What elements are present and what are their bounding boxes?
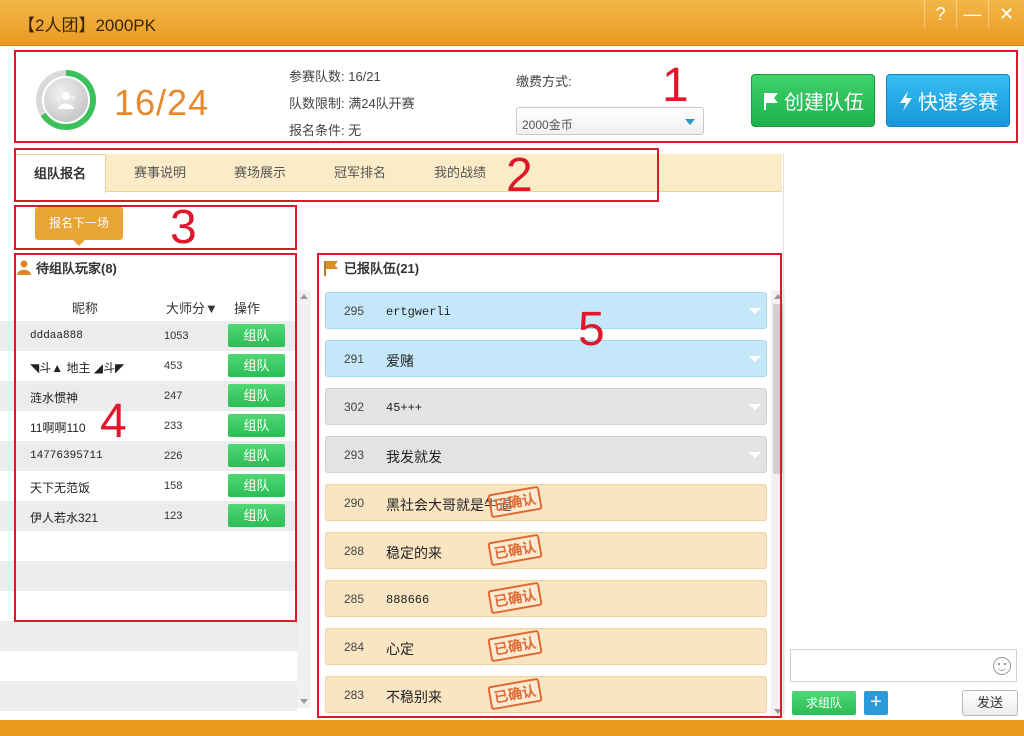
annotation-number-5: 5 bbox=[578, 303, 605, 356]
annotation-number-3: 3 bbox=[170, 201, 197, 254]
close-button[interactable]: ✕ bbox=[988, 0, 1024, 28]
annotation-box-1 bbox=[14, 50, 1018, 143]
scroll-down-icon[interactable] bbox=[300, 699, 308, 704]
minimize-button[interactable]: — bbox=[956, 0, 988, 28]
window-title: 【2人团】2000PK bbox=[18, 16, 156, 35]
annotation-box-3 bbox=[14, 205, 297, 250]
empty-row bbox=[0, 681, 297, 711]
send-button[interactable]: 发送 bbox=[962, 690, 1018, 716]
scroll-up-icon[interactable] bbox=[300, 294, 308, 299]
empty-row bbox=[0, 621, 297, 651]
chat-divider bbox=[783, 154, 784, 714]
annotation-box-4 bbox=[14, 253, 297, 622]
annotation-number-2: 2 bbox=[506, 149, 533, 202]
annotation-number-4: 4 bbox=[100, 395, 127, 448]
plus-button[interactable]: + bbox=[864, 691, 888, 715]
bottom-bar bbox=[0, 720, 1024, 736]
ask-team-button[interactable]: 求组队 bbox=[792, 691, 856, 715]
annotation-box-5 bbox=[317, 253, 782, 718]
annotation-box-2 bbox=[14, 148, 659, 202]
players-scrollbar[interactable] bbox=[297, 290, 311, 708]
emoji-icon[interactable] bbox=[993, 657, 1011, 675]
annotation-number-1: 1 bbox=[662, 59, 689, 112]
help-button[interactable]: ? bbox=[924, 0, 956, 28]
chat-input[interactable] bbox=[790, 649, 1017, 682]
title-bar: 【2人团】2000PK ? — ✕ bbox=[0, 0, 1024, 46]
